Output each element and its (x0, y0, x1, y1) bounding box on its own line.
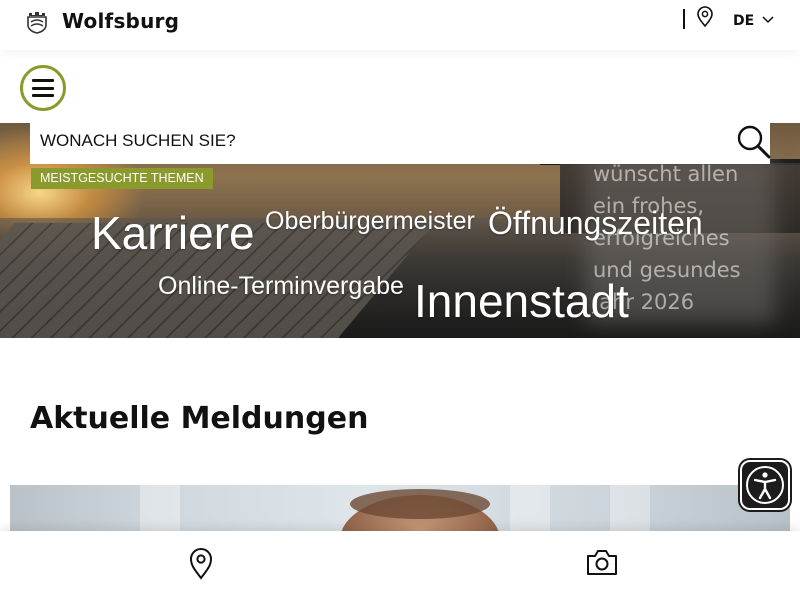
camera-icon[interactable] (586, 548, 618, 576)
topic-link-karriere[interactable]: Karriere (91, 206, 255, 260)
topic-link-innenstadt[interactable]: Innenstadt (414, 274, 629, 328)
topic-link-oeffnungszeiten[interactable]: Öffnungszeiten (488, 205, 703, 242)
top-bar: Wolfsburg DE (0, 0, 800, 50)
topic-link-oberbuergermeister[interactable]: Oberbürgermeister (265, 207, 475, 236)
wolfsburg-crest-icon[interactable] (26, 10, 48, 34)
topic-link-online-terminvergabe[interactable]: Online-Terminvergabe (158, 272, 404, 301)
search-input[interactable] (40, 131, 730, 151)
brand-name[interactable]: Wolfsburg (62, 9, 179, 33)
news-section-title: Aktuelle Meldungen (30, 401, 369, 436)
language-selector[interactable]: DE (733, 13, 754, 29)
menu-line (32, 86, 54, 90)
menu-line (32, 79, 54, 82)
header-divider (683, 9, 685, 29)
accessibility-person-icon (746, 466, 784, 504)
accessibility-button[interactable] (740, 460, 790, 510)
menu-line (32, 94, 54, 97)
search-bar (30, 123, 770, 164)
chevron-down-icon[interactable] (761, 15, 775, 25)
popular-topics-tag: MEISTGESUCHTE THEMEN (31, 168, 213, 189)
map-pin-icon[interactable] (189, 548, 213, 580)
map-pin-icon[interactable] (696, 6, 714, 28)
bottom-navigation (0, 531, 800, 600)
search-icon[interactable] (735, 123, 773, 161)
hamburger-menu-icon[interactable] (20, 65, 66, 111)
image-detail (350, 489, 490, 519)
